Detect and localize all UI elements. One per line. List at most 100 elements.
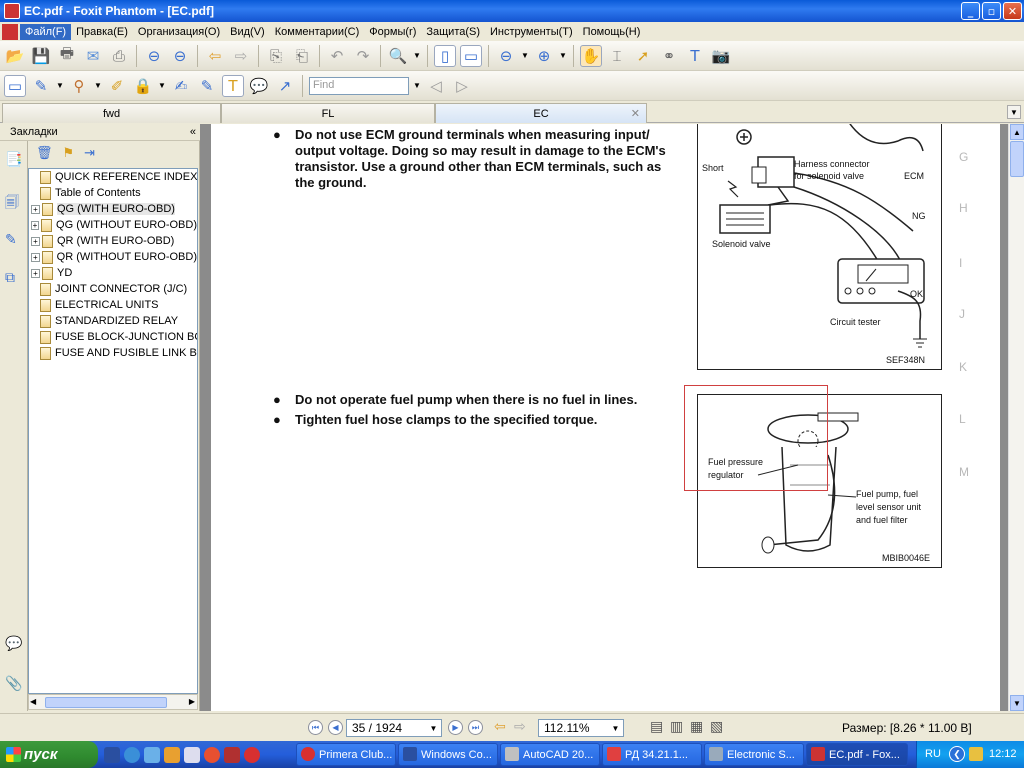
tag-icon[interactable]: ✐ xyxy=(106,75,128,97)
camera-icon[interactable]: 📷 xyxy=(710,45,732,67)
single-page-icon[interactable]: ▤ xyxy=(650,719,663,735)
forward-arrow-icon[interactable]: ⇨ xyxy=(230,45,252,67)
tab-list-dropdown-icon[interactable]: ▼ xyxy=(1007,105,1021,119)
maximize-button[interactable]: ▫ xyxy=(982,2,1001,20)
layers-panel-icon[interactable]: ⧉ xyxy=(5,270,23,290)
quicklaunch-chrome-icon[interactable] xyxy=(204,747,220,763)
close-button[interactable]: ✕ xyxy=(1003,2,1022,20)
text-box-icon[interactable]: T xyxy=(222,74,244,97)
find-dropdown-icon[interactable]: ▼ xyxy=(413,81,421,90)
continuous-icon[interactable]: ▥ xyxy=(670,719,683,735)
bookmark-item[interactable]: + QG (WITH EURO-OBD) xyxy=(29,201,197,217)
comment-icon[interactable]: 💬 xyxy=(248,75,270,97)
zoom-dropdown-icon[interactable]: ▼ xyxy=(413,51,421,60)
bookmark-item[interactable]: ELECTRICAL UNITS xyxy=(29,297,197,313)
tab-fwd[interactable]: fwd xyxy=(2,103,221,123)
scroll-up-icon[interactable]: ▲ xyxy=(1010,124,1024,140)
note-icon[interactable]: ▭ xyxy=(4,74,26,97)
task-ec-pdf[interactable]: EC.pdf - Fox... xyxy=(806,743,908,766)
start-button[interactable]: пуск xyxy=(0,741,98,768)
page-number-field[interactable]: 35 / 1924 ▼ xyxy=(346,719,442,737)
menu-view[interactable]: Вид(V) xyxy=(225,24,270,40)
quicklaunch-app-icon[interactable] xyxy=(224,747,240,763)
comments-panel-icon[interactable]: ✎ xyxy=(5,232,23,252)
hand-tool-icon[interactable]: ✋ xyxy=(580,44,602,67)
quicklaunch-doc-icon[interactable] xyxy=(184,747,200,763)
task-windows-commander[interactable]: Windows Co... xyxy=(398,743,498,766)
bookmark-item[interactable]: + YD xyxy=(29,265,197,281)
undo-icon[interactable]: ↶ xyxy=(326,45,348,67)
zoom-out-dropdown-icon[interactable]: ▼ xyxy=(521,51,529,60)
pages-panel-icon[interactable]: 🗐 xyxy=(5,192,23,212)
bookmark-item[interactable]: + QR (WITHOUT EURO-OBD) xyxy=(29,249,197,265)
quicklaunch-media-icon[interactable] xyxy=(164,747,180,763)
scan-icon[interactable]: ⎙ xyxy=(108,45,130,67)
first-page-icon[interactable]: ⏮ xyxy=(308,720,323,735)
scroll-thumb[interactable] xyxy=(1010,141,1024,177)
scroll-down-icon[interactable]: ▼ xyxy=(1010,695,1024,711)
bookmarks-horizontal-scrollbar[interactable]: ◀ ▶ xyxy=(28,694,198,710)
menu-protect[interactable]: Защита(S) xyxy=(421,24,485,40)
previous-page-icon[interactable]: ◀ xyxy=(328,720,343,735)
scroll-thumb[interactable] xyxy=(45,697,167,708)
scroll-left-icon[interactable]: ◀ xyxy=(30,697,36,706)
quicklaunch-save-icon[interactable] xyxy=(104,747,120,763)
form-edit-icon[interactable]: ✎ xyxy=(196,75,218,97)
expand-icon[interactable]: + xyxy=(31,252,40,262)
new-bookmark-icon[interactable]: ⚑ xyxy=(63,146,75,161)
app-icon[interactable] xyxy=(4,3,20,19)
zoom-in-icon[interactable]: ⊕ xyxy=(533,45,555,67)
menu-edit[interactable]: Правка(E) xyxy=(71,24,133,40)
edit-doc-icon[interactable]: ✎ xyxy=(30,75,52,97)
bookmark-item[interactable]: + QG (WITHOUT EURO-OBD) xyxy=(29,217,197,233)
snapshot-icon[interactable]: ⚭ xyxy=(658,45,680,67)
zoom-dropdown-icon[interactable]: ▼ xyxy=(609,721,622,735)
find-previous-icon[interactable]: ◁ xyxy=(425,75,447,97)
tab-ec[interactable]: EC ✕ xyxy=(435,103,647,123)
scroll-right-icon[interactable]: ▶ xyxy=(189,697,195,706)
menu-comments[interactable]: Комментарии(C) xyxy=(270,24,365,40)
select-text-icon[interactable]: ⌶ xyxy=(606,45,628,67)
menu-forms[interactable]: Формы(r) xyxy=(364,24,421,40)
print-icon[interactable]: 🖶 xyxy=(56,44,78,67)
zoom-icon[interactable]: 🔍 xyxy=(387,45,409,67)
quicklaunch-ie-icon[interactable] xyxy=(124,747,140,763)
redo-icon[interactable]: ↷ xyxy=(352,45,374,67)
delete-bookmark-icon[interactable]: 🗑 xyxy=(36,146,53,161)
highlight-icon[interactable]: ✍ xyxy=(170,75,192,97)
task-primera-club[interactable]: Primera Club... xyxy=(296,743,396,766)
task-autocad[interactable]: AutoCAD 20... xyxy=(500,743,600,766)
lock-dropdown-icon[interactable]: ▼ xyxy=(158,81,166,90)
menu-tools[interactable]: Инструменты(T) xyxy=(485,24,578,40)
back-arrow-icon[interactable]: ⇦ xyxy=(204,45,226,67)
quicklaunch-browser-icon[interactable] xyxy=(144,747,160,763)
last-page-icon[interactable]: ⏭ xyxy=(468,720,483,735)
open-icon[interactable]: 📂 xyxy=(4,45,26,67)
task-electronic-service[interactable]: Electronic S... xyxy=(704,743,804,766)
language-indicator[interactable]: RU xyxy=(925,748,941,760)
select-tool-icon[interactable]: ➚ xyxy=(632,45,654,67)
expand-icon[interactable]: + xyxy=(31,204,40,214)
tab-close-icon[interactable]: ✕ xyxy=(631,107,640,120)
bookmarks-panel-icon[interactable]: 📑 xyxy=(5,152,23,172)
expand-icon[interactable]: + xyxy=(31,220,40,230)
arrow-tool-icon[interactable]: ↗ xyxy=(274,75,296,97)
insert-page-icon[interactable]: ⎘ xyxy=(265,45,287,67)
bookmark-item[interactable]: FUSE AND FUSIBLE LINK BOX xyxy=(29,345,197,361)
continuous-facing-icon[interactable]: ▧ xyxy=(710,719,723,735)
page-dropdown-icon[interactable]: ▼ xyxy=(427,721,440,735)
lock-icon[interactable]: 🔒 xyxy=(132,75,154,97)
attachments-icon[interactable]: 📎 xyxy=(5,676,23,696)
menu-help[interactable]: Помощь(H) xyxy=(578,24,646,40)
previous-page-icon[interactable]: ⊖ xyxy=(143,45,165,67)
tray-expand-icon[interactable]: ❮ xyxy=(949,746,965,762)
bookmark-item[interactable]: JOINT CONNECTOR (J/C) xyxy=(29,281,197,297)
save-icon[interactable]: 💾 xyxy=(30,45,52,67)
bookmark-item[interactable]: QUICK REFERENCE INDEX xyxy=(29,169,197,185)
tray-app-icon[interactable] xyxy=(969,747,983,761)
tab-fl[interactable]: FL xyxy=(221,103,435,123)
collapse-panel-icon[interactable]: « xyxy=(190,126,196,138)
find-input[interactable]: Find xyxy=(309,76,409,95)
next-page-icon[interactable]: ⊖ xyxy=(169,45,191,67)
bookmark-item[interactable]: STANDARDIZED RELAY xyxy=(29,313,197,329)
